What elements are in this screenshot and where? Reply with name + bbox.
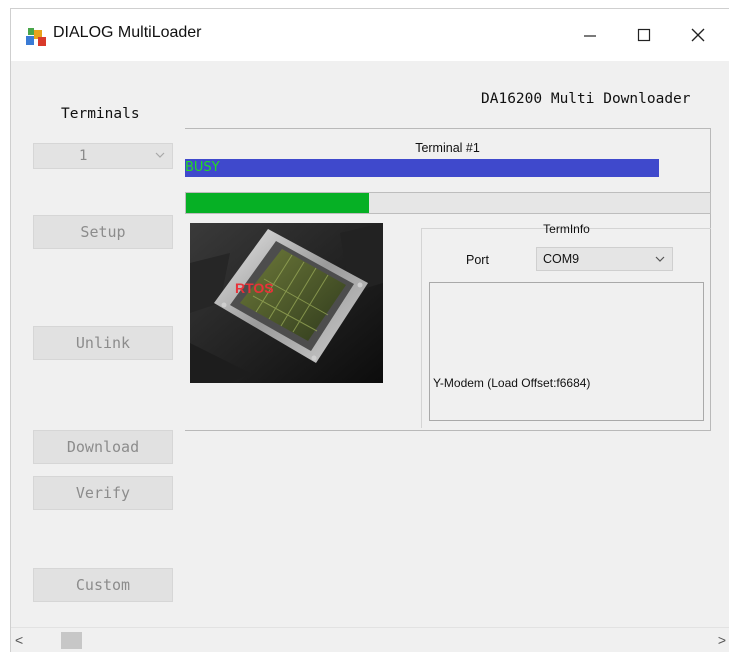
multiloader-window: DIALOG MultiLoader DA16200 Multi Downloa… bbox=[10, 8, 729, 652]
maximize-icon bbox=[637, 28, 651, 42]
chevron-down-icon bbox=[155, 152, 165, 158]
scroll-thumb[interactable] bbox=[61, 632, 82, 649]
custom-button[interactable]: Custom bbox=[33, 568, 173, 602]
title-bar: DIALOG MultiLoader bbox=[11, 9, 729, 61]
minimize-icon bbox=[584, 35, 596, 37]
terminal-title: Terminal #1 bbox=[415, 141, 480, 155]
multiloader-app-icon bbox=[26, 28, 46, 46]
port-select[interactable]: COM9 bbox=[536, 247, 673, 271]
chip-image: RTOS bbox=[190, 223, 383, 383]
terminfo-group: TermInfo Port COM9 Y-Modem (Load Offset:… bbox=[421, 222, 711, 428]
maximize-button[interactable] bbox=[619, 9, 669, 61]
scroll-left-arrow[interactable]: < bbox=[15, 632, 23, 648]
download-button[interactable]: Download bbox=[33, 430, 173, 464]
status-text: BUSY bbox=[185, 160, 220, 175]
terminal-select-value: 1 bbox=[79, 148, 88, 164]
close-icon bbox=[691, 28, 705, 42]
port-label: Port bbox=[466, 253, 489, 267]
horizontal-scrollbar[interactable]: < > bbox=[11, 627, 729, 652]
terminfo-title: TermInfo bbox=[543, 222, 590, 236]
minimize-button[interactable] bbox=[565, 9, 615, 61]
terminals-label: Terminals bbox=[61, 106, 140, 122]
scroll-right-arrow[interactable]: > bbox=[718, 632, 726, 648]
window-title: DIALOG MultiLoader bbox=[53, 24, 202, 41]
verify-button[interactable]: Verify bbox=[33, 476, 173, 510]
unlink-button[interactable]: Unlink bbox=[33, 326, 173, 360]
progress-fill bbox=[186, 193, 370, 213]
terminal-group: Terminal #1 BUSY RTOS TermInfo Port COM9… bbox=[185, 128, 711, 431]
terminal-log-box: Y-Modem (Load Offset:f6684) bbox=[429, 282, 704, 421]
status-bar: BUSY bbox=[185, 159, 659, 177]
terminal-select[interactable]: 1 bbox=[33, 143, 173, 169]
rtos-label: RTOS bbox=[235, 280, 274, 296]
product-title: DA16200 Multi Downloader bbox=[481, 91, 691, 107]
terminal-log-text: Y-Modem (Load Offset:f6684) bbox=[433, 376, 591, 390]
port-select-value: COM9 bbox=[543, 252, 580, 266]
chevron-down-icon bbox=[655, 256, 665, 262]
close-button[interactable] bbox=[673, 9, 723, 61]
download-progress-bar bbox=[185, 192, 711, 214]
setup-button[interactable]: Setup bbox=[33, 215, 173, 249]
